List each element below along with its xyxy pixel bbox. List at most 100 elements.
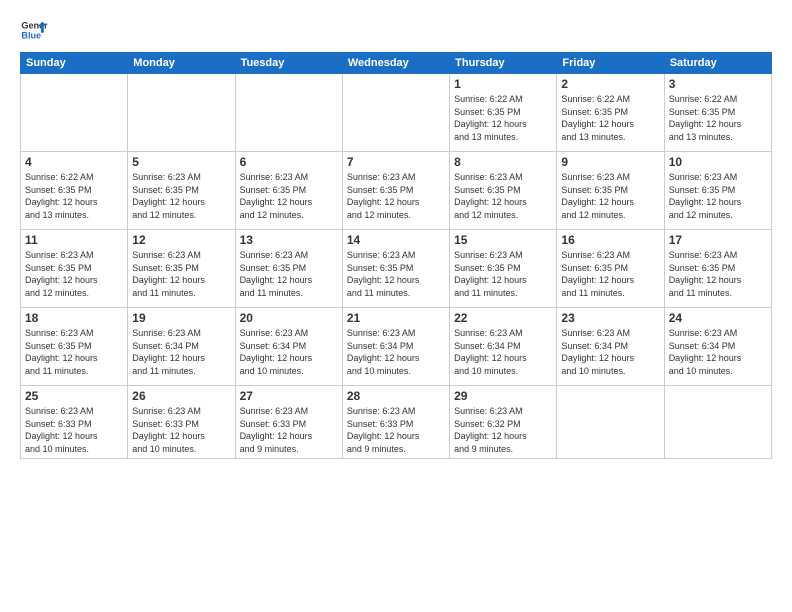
day-info: Sunrise: 6:23 AM Sunset: 6:35 PM Dayligh…	[561, 249, 659, 299]
calendar-cell: 24 Sunrise: 6:23 AM Sunset: 6:34 PM Dayli…	[664, 308, 771, 386]
day-number: 4	[25, 155, 123, 169]
calendar-cell: 1 Sunrise: 6:22 AM Sunset: 6:35 PM Daylig…	[450, 74, 557, 152]
calendar-cell	[235, 74, 342, 152]
calendar-cell: 6 Sunrise: 6:23 AM Sunset: 6:35 PM Daylig…	[235, 152, 342, 230]
day-info: Sunrise: 6:23 AM Sunset: 6:35 PM Dayligh…	[454, 249, 552, 299]
weekday-header: Friday	[557, 53, 664, 74]
day-info: Sunrise: 6:23 AM Sunset: 6:35 PM Dayligh…	[132, 171, 230, 221]
page-header: General Blue	[20, 16, 772, 44]
day-info: Sunrise: 6:23 AM Sunset: 6:35 PM Dayligh…	[347, 171, 445, 221]
calendar-cell	[664, 386, 771, 459]
weekday-header: Saturday	[664, 53, 771, 74]
calendar-cell: 16 Sunrise: 6:23 AM Sunset: 6:35 PM Dayli…	[557, 230, 664, 308]
day-info: Sunrise: 6:23 AM Sunset: 6:34 PM Dayligh…	[454, 327, 552, 377]
day-number: 13	[240, 233, 338, 247]
calendar-cell: 18 Sunrise: 6:23 AM Sunset: 6:35 PM Dayli…	[21, 308, 128, 386]
day-number: 6	[240, 155, 338, 169]
day-info: Sunrise: 6:22 AM Sunset: 6:35 PM Dayligh…	[669, 93, 767, 143]
calendar-week-row: 18 Sunrise: 6:23 AM Sunset: 6:35 PM Dayli…	[21, 308, 772, 386]
day-number: 28	[347, 389, 445, 403]
calendar-cell: 17 Sunrise: 6:23 AM Sunset: 6:35 PM Dayli…	[664, 230, 771, 308]
calendar-cell: 4 Sunrise: 6:22 AM Sunset: 6:35 PM Daylig…	[21, 152, 128, 230]
calendar-cell: 2Sunrise: 6:22 AM Sunset: 6:35 PM Daylig…	[557, 74, 664, 152]
calendar-week-row: 1 Sunrise: 6:22 AM Sunset: 6:35 PM Daylig…	[21, 74, 772, 152]
day-number: 21	[347, 311, 445, 325]
day-info: Sunrise: 6:23 AM Sunset: 6:33 PM Dayligh…	[240, 405, 338, 455]
day-info: Sunrise: 6:23 AM Sunset: 6:34 PM Dayligh…	[669, 327, 767, 377]
calendar-cell: 20 Sunrise: 6:23 AM Sunset: 6:34 PM Dayli…	[235, 308, 342, 386]
calendar-cell	[128, 74, 235, 152]
day-number: 14	[347, 233, 445, 247]
calendar-cell	[21, 74, 128, 152]
calendar-cell: 11 Sunrise: 6:23 AM Sunset: 6:35 PM Dayli…	[21, 230, 128, 308]
calendar-cell: 21 Sunrise: 6:23 AM Sunset: 6:34 PM Dayli…	[342, 308, 449, 386]
day-number: 7	[347, 155, 445, 169]
weekday-header: Thursday	[450, 53, 557, 74]
day-number: 11	[25, 233, 123, 247]
day-info: Sunrise: 6:23 AM Sunset: 6:33 PM Dayligh…	[25, 405, 123, 455]
day-info: Sunrise: 6:23 AM Sunset: 6:35 PM Dayligh…	[25, 249, 123, 299]
calendar-cell: 22Sunrise: 6:23 AM Sunset: 6:34 PM Dayli…	[450, 308, 557, 386]
day-number: 24	[669, 311, 767, 325]
day-number: 25	[25, 389, 123, 403]
day-number: 5	[132, 155, 230, 169]
calendar-cell: 28 Sunrise: 6:23 AM Sunset: 6:33 PM Dayli…	[342, 386, 449, 459]
logo: General Blue	[20, 16, 48, 44]
calendar-cell: 9 Sunrise: 6:23 AM Sunset: 6:35 PM Daylig…	[557, 152, 664, 230]
calendar-cell: 19 Sunrise: 6:23 AM Sunset: 6:34 PM Dayli…	[128, 308, 235, 386]
day-number: 9	[561, 155, 659, 169]
weekday-header: Tuesday	[235, 53, 342, 74]
day-info: Sunrise: 6:23 AM Sunset: 6:35 PM Dayligh…	[132, 249, 230, 299]
day-number: 19	[132, 311, 230, 325]
logo-icon: General Blue	[20, 16, 48, 44]
day-info: Sunrise: 6:23 AM Sunset: 6:35 PM Dayligh…	[561, 171, 659, 221]
day-info: Sunrise: 6:23 AM Sunset: 6:35 PM Dayligh…	[669, 171, 767, 221]
day-number: 20	[240, 311, 338, 325]
day-number: 29	[454, 389, 552, 403]
weekday-header: Monday	[128, 53, 235, 74]
day-number: 15	[454, 233, 552, 247]
calendar-cell: 29Sunrise: 6:23 AM Sunset: 6:32 PM Dayli…	[450, 386, 557, 459]
day-info: Sunrise: 6:22 AM Sunset: 6:35 PM Dayligh…	[454, 93, 552, 143]
day-info: Sunrise: 6:23 AM Sunset: 6:35 PM Dayligh…	[240, 171, 338, 221]
day-info: Sunrise: 6:23 AM Sunset: 6:35 PM Dayligh…	[240, 249, 338, 299]
day-info: Sunrise: 6:23 AM Sunset: 6:35 PM Dayligh…	[454, 171, 552, 221]
day-info: Sunrise: 6:22 AM Sunset: 6:35 PM Dayligh…	[25, 171, 123, 221]
day-number: 17	[669, 233, 767, 247]
calendar-cell: 23Sunrise: 6:23 AM Sunset: 6:34 PM Dayli…	[557, 308, 664, 386]
day-number: 23	[561, 311, 659, 325]
weekday-header: Sunday	[21, 53, 128, 74]
day-info: Sunrise: 6:23 AM Sunset: 6:34 PM Dayligh…	[347, 327, 445, 377]
calendar-week-row: 4 Sunrise: 6:22 AM Sunset: 6:35 PM Daylig…	[21, 152, 772, 230]
calendar-cell: 26Sunrise: 6:23 AM Sunset: 6:33 PM Dayli…	[128, 386, 235, 459]
weekday-header: Wednesday	[342, 53, 449, 74]
calendar-cell: 15 Sunrise: 6:23 AM Sunset: 6:35 PM Dayli…	[450, 230, 557, 308]
day-number: 3	[669, 77, 767, 91]
calendar-cell: 10Sunrise: 6:23 AM Sunset: 6:35 PM Dayli…	[664, 152, 771, 230]
calendar-cell: 25 Sunrise: 6:23 AM Sunset: 6:33 PM Dayli…	[21, 386, 128, 459]
day-number: 18	[25, 311, 123, 325]
calendar-week-row: 25 Sunrise: 6:23 AM Sunset: 6:33 PM Dayli…	[21, 386, 772, 459]
day-info: Sunrise: 6:23 AM Sunset: 6:35 PM Dayligh…	[347, 249, 445, 299]
calendar-header-row: SundayMondayTuesdayWednesdayThursdayFrid…	[21, 53, 772, 74]
calendar-cell: 5 Sunrise: 6:23 AM Sunset: 6:35 PM Daylig…	[128, 152, 235, 230]
calendar-cell: 13 Sunrise: 6:23 AM Sunset: 6:35 PM Dayli…	[235, 230, 342, 308]
calendar-cell	[342, 74, 449, 152]
day-info: Sunrise: 6:23 AM Sunset: 6:35 PM Dayligh…	[25, 327, 123, 377]
day-info: Sunrise: 6:23 AM Sunset: 6:34 PM Dayligh…	[240, 327, 338, 377]
day-info: Sunrise: 6:23 AM Sunset: 6:33 PM Dayligh…	[347, 405, 445, 455]
calendar-cell: 14 Sunrise: 6:23 AM Sunset: 6:35 PM Dayli…	[342, 230, 449, 308]
calendar-cell	[557, 386, 664, 459]
day-number: 26	[132, 389, 230, 403]
calendar-cell: 3 Sunrise: 6:22 AM Sunset: 6:35 PM Daylig…	[664, 74, 771, 152]
day-info: Sunrise: 6:23 AM Sunset: 6:34 PM Dayligh…	[132, 327, 230, 377]
day-number: 8	[454, 155, 552, 169]
svg-text:Blue: Blue	[21, 30, 41, 40]
calendar-week-row: 11 Sunrise: 6:23 AM Sunset: 6:35 PM Dayli…	[21, 230, 772, 308]
day-number: 1	[454, 77, 552, 91]
day-info: Sunrise: 6:22 AM Sunset: 6:35 PM Dayligh…	[561, 93, 659, 143]
calendar-cell: 7 Sunrise: 6:23 AM Sunset: 6:35 PM Daylig…	[342, 152, 449, 230]
day-number: 16	[561, 233, 659, 247]
day-info: Sunrise: 6:23 AM Sunset: 6:35 PM Dayligh…	[669, 249, 767, 299]
calendar-cell: 27Sunrise: 6:23 AM Sunset: 6:33 PM Dayli…	[235, 386, 342, 459]
